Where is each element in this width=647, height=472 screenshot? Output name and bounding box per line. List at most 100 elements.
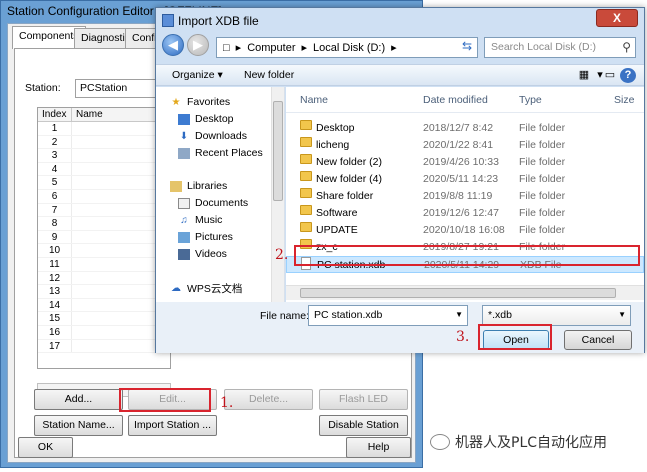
column-name[interactable]: Name (300, 94, 328, 106)
file-list-horizontal-scrollbar[interactable] (286, 285, 644, 300)
nav-pictures[interactable]: Pictures (178, 231, 233, 243)
nav-videos[interactable]: Videos (178, 248, 227, 260)
close-button[interactable]: X (596, 9, 638, 27)
table-row[interactable]: 2 (38, 135, 170, 150)
cloud-icon: ☁ (171, 283, 181, 294)
table-row[interactable]: 4 (38, 162, 170, 177)
navigation-scroll-thumb[interactable] (273, 101, 283, 201)
chevron-down-icon[interactable]: ▼ (455, 310, 463, 319)
file-name-input[interactable]: PC station.xdb ▼ (308, 305, 468, 326)
watermark-text: 机器人及PLC自动化应用 (455, 435, 608, 451)
table-row[interactable]: 11 (38, 257, 170, 272)
nav-favorites[interactable]: ★ Favorites (170, 96, 231, 108)
folder-icon (300, 171, 312, 181)
new-folder-button[interactable]: New folder (244, 69, 294, 81)
file-name: UPDATE (316, 224, 358, 236)
file-row[interactable]: licheng 2020/1/22 8:41 File folder (286, 137, 644, 154)
table-row[interactable]: 8 (38, 217, 170, 231)
nav-downloads[interactable]: ⬇ Downloads (178, 130, 247, 142)
folder-icon (300, 205, 312, 215)
recent-places-icon (178, 147, 190, 159)
table-row[interactable]: 7 (38, 203, 170, 218)
file-row[interactable]: New folder (2) 2019/4/26 10:33 File folder (286, 154, 644, 171)
add-button[interactable]: Add... (34, 389, 123, 410)
file-list-scroll-thumb[interactable] (300, 288, 616, 298)
table-row[interactable]: 1 (38, 122, 170, 136)
column-date-modified[interactable]: Date modified (423, 94, 488, 106)
pictures-icon (178, 231, 190, 243)
ok-button[interactable]: OK (18, 437, 73, 458)
nav-documents[interactable]: Documents (178, 197, 248, 209)
file-row[interactable]: New folder (4) 2020/5/11 14:23 File folder (286, 171, 644, 188)
dialog-title: Import XDB file (178, 14, 259, 28)
component-table: Index Name 1 2 3 4 5 6 7 8 9 10 11 12 13 14 15 16 17 (37, 107, 171, 369)
row-index: 13 (38, 285, 72, 298)
file-type: File folder (519, 156, 566, 168)
dialog-app-icon (162, 14, 174, 27)
table-row[interactable]: 17 (38, 339, 170, 354)
help-button[interactable]: Help (346, 437, 411, 458)
breadcrumb-separator-icon: ▸ (235, 42, 242, 54)
row-index: 16 (38, 325, 72, 339)
dialog-toolbar: Organize ▾ New folder ▦ ▾ ▭ ? (156, 64, 644, 86)
station-label: Station: (25, 82, 61, 94)
nav-recent-places[interactable]: Recent Places (178, 147, 263, 159)
documents-icon (178, 197, 190, 209)
delete-button[interactable]: Delete... (224, 389, 313, 410)
refresh-icon[interactable]: ⇆ (458, 39, 476, 56)
file-row[interactable]: Desktop 2018/12/7 8:42 File folder (286, 120, 644, 137)
cancel-button[interactable]: Cancel (564, 330, 632, 350)
table-row[interactable]: 6 (38, 189, 170, 204)
row-index: 6 (38, 189, 72, 203)
table-row[interactable]: 12 (38, 271, 170, 286)
file-type-filter[interactable]: *.xdb ▼ (482, 305, 631, 326)
flash-led-button[interactable]: Flash LED (319, 389, 408, 410)
nav-music-label: Music (195, 214, 223, 226)
highlight-open-button (478, 324, 552, 350)
table-row[interactable]: 9 (38, 230, 170, 245)
wechat-logo-icon (430, 434, 450, 450)
nav-libraries[interactable]: Libraries (170, 180, 227, 192)
file-type: File folder (519, 224, 566, 236)
chevron-down-icon: ▼ (618, 310, 626, 319)
table-row[interactable]: 3 (38, 149, 170, 163)
column-header-index[interactable]: Index (38, 108, 72, 121)
nav-recent-places-label: Recent Places (195, 147, 263, 159)
view-options-icon[interactable]: ▦ (576, 68, 592, 83)
nav-documents-label: Documents (195, 197, 249, 209)
preview-pane-icon[interactable]: ▭ (602, 68, 618, 83)
organize-menu[interactable]: Organize ▾ (172, 69, 223, 81)
column-size[interactable]: Size (614, 94, 634, 106)
navigation-scrollbar[interactable] (271, 87, 284, 302)
nav-music[interactable]: ♫ Music (178, 214, 222, 226)
file-list-pane: Name Date modified Type Size Desktop 2018… (286, 87, 644, 302)
file-type-filter-value: *.xdb (488, 309, 512, 321)
breadcrumb-drive[interactable]: Local Disk (D:) (313, 42, 385, 54)
file-row[interactable]: Share folder 2019/8/8 11:19 File folder (286, 188, 644, 205)
address-bar[interactable]: □ ▸ Computer ▸ Local Disk (D:) ▸ (216, 37, 478, 58)
forward-icon[interactable]: ▶ (187, 34, 209, 56)
back-icon[interactable]: ◀ (162, 34, 184, 56)
table-row[interactable]: 14 (38, 298, 170, 313)
watermark: 机器人及PLC自动化应用 (430, 432, 607, 452)
station-name-button[interactable]: Station Name... (34, 415, 123, 436)
table-row[interactable]: 16 (38, 325, 170, 340)
file-date-modified: 2019/12/6 12:47 (423, 207, 499, 219)
help-icon[interactable]: ? (620, 68, 636, 83)
table-row[interactable]: 15 (38, 312, 170, 326)
nav-desktop[interactable]: Desktop (178, 113, 234, 125)
breadcrumb-separator-icon: ▸ (301, 42, 308, 54)
column-type[interactable]: Type (519, 94, 542, 106)
table-row[interactable]: 5 (38, 176, 170, 190)
breadcrumb-computer[interactable]: Computer (247, 42, 295, 54)
file-row[interactable]: UPDATE 2020/10/18 16:08 File folder (286, 222, 644, 239)
disable-station-button[interactable]: Disable Station (319, 415, 408, 436)
nav-wps-cloud[interactable]: ☁ WPS云文档 (170, 281, 242, 296)
navigation-pane: ★ Favorites Desktop ⬇ Downloads Recent Pla… (156, 87, 285, 302)
search-icon[interactable]: ⚲ (622, 40, 631, 54)
search-input[interactable]: Search Local Disk (D:) ⚲ (484, 37, 636, 58)
table-row[interactable]: 10 (38, 244, 170, 258)
table-row[interactable]: 13 (38, 285, 170, 299)
file-row[interactable]: Software 2019/12/6 12:47 File folder (286, 205, 644, 222)
import-station-button[interactable]: Import Station ... (128, 415, 217, 436)
